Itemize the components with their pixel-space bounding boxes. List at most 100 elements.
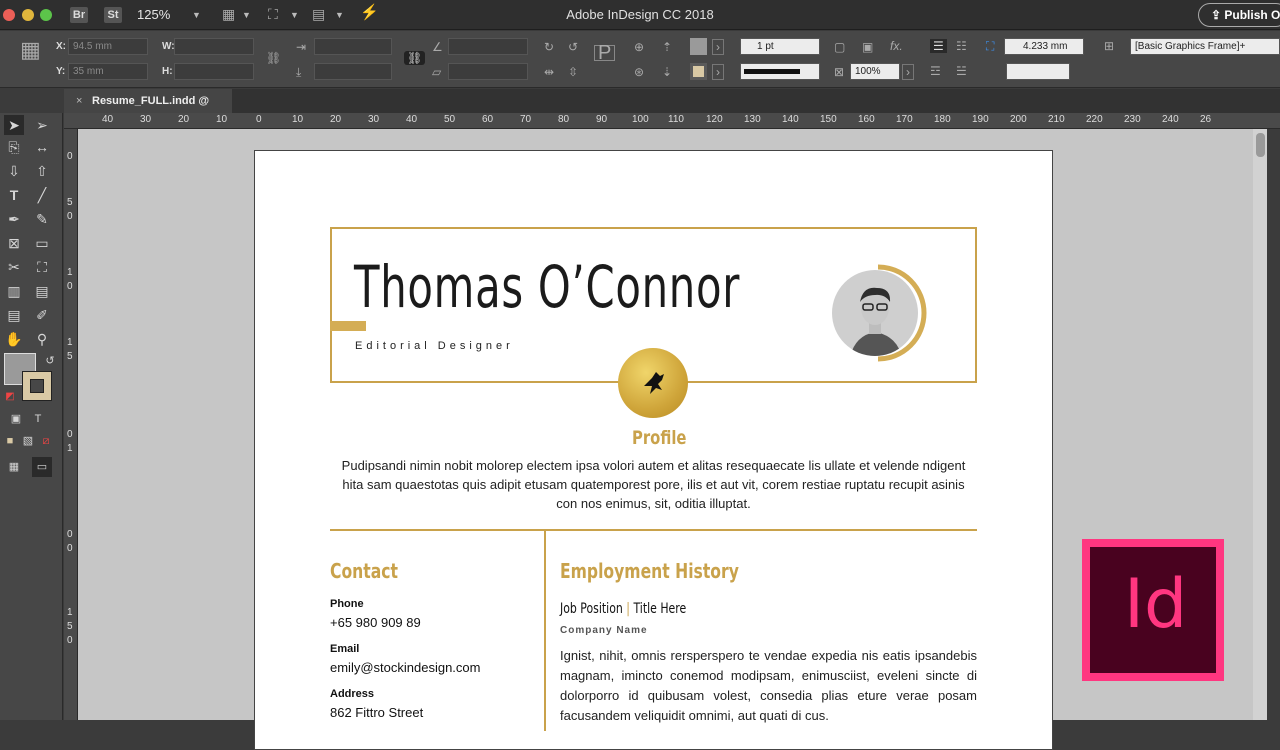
chevron-right-icon[interactable]: ›	[712, 64, 724, 80]
content-placer-icon[interactable]: ⇧	[32, 161, 52, 181]
direct-selection-tool-icon[interactable]: ➢	[32, 115, 52, 135]
type-tool-icon[interactable]: T	[4, 185, 24, 205]
scrollbar-thumb[interactable]	[1256, 133, 1265, 157]
corner-options-icon[interactable]: ⛶	[986, 39, 994, 53]
job-title-line[interactable]: Job Position | Title Here	[560, 601, 686, 617]
horizontal-ruler[interactable]: 40 30 20 10 0 10 20 30 40 50 60 70 80 90…	[64, 113, 1280, 129]
phone-label[interactable]: Phone	[330, 598, 364, 610]
select-previous-icon[interactable]: ⇡	[662, 40, 672, 54]
vertical-scrollbar[interactable]	[1253, 129, 1267, 720]
page-tool-icon[interactable]: ⎘	[4, 137, 24, 157]
employment-heading[interactable]: Employment History	[560, 559, 739, 583]
rectangle-tool-icon[interactable]: ▭	[32, 233, 52, 253]
x-position-field[interactable]: 94.5 mm	[68, 38, 148, 55]
auto-fit-icon[interactable]: ☲	[930, 64, 941, 78]
selection-tool-icon[interactable]: ➤	[4, 115, 24, 135]
zoom-tool-icon[interactable]: ⚲	[32, 329, 52, 349]
format-container-icon[interactable]: ▣	[6, 409, 26, 429]
select-next-icon[interactable]: ⇣	[662, 65, 672, 79]
profile-heading[interactable]: Profile	[632, 427, 686, 449]
content-collector-icon[interactable]: ⇩	[4, 161, 24, 181]
address-value[interactable]: 862 Fittro Street	[330, 705, 423, 720]
pencil-tool-icon[interactable]: ✎	[32, 209, 52, 229]
reference-point-icon[interactable]: ▦	[20, 39, 41, 61]
stroke-weight-field[interactable]: 1 pt	[740, 38, 820, 55]
swap-fill-stroke-icon[interactable]: ↺	[40, 351, 60, 371]
chevron-right-icon[interactable]: ›	[902, 64, 914, 80]
publish-online-button[interactable]: ⇪ Publish O	[1198, 3, 1280, 27]
select-content-icon[interactable]: ⊛	[634, 65, 644, 79]
resume-name[interactable]: Thomas O’Connor	[354, 253, 740, 321]
bird-badge[interactable]	[618, 348, 688, 418]
publish-label: Publish O	[1224, 8, 1280, 22]
corner-shape-select[interactable]	[1006, 63, 1070, 80]
fit-frame-icon[interactable]: ☱	[956, 64, 967, 78]
ruler-tick: 240	[1162, 114, 1179, 125]
tab-resume-full[interactable]: × Resume_FULL.indd @ 125%	[64, 89, 232, 131]
section-divider	[330, 529, 977, 531]
link-icon[interactable]: ⛓	[404, 51, 426, 65]
chevron-right-icon[interactable]: ›	[712, 39, 724, 55]
fill-swatch[interactable]	[690, 38, 707, 55]
resume-role[interactable]: Editorial Designer	[355, 340, 514, 352]
ruler-tick: 0	[67, 529, 73, 540]
gap-tool-icon[interactable]: ↔	[32, 137, 52, 157]
constrain-proportions-icon[interactable]: ⛓	[266, 51, 281, 65]
stroke-color-swatch[interactable]	[22, 371, 52, 401]
corner-size-field[interactable]: 4.233 mm	[1004, 38, 1084, 55]
normal-view-icon[interactable]: ▦	[4, 457, 24, 477]
object-style-select[interactable]: [Basic Graphics Frame]+	[1130, 38, 1280, 55]
align-left-icon[interactable]: ☰	[930, 39, 947, 53]
email-value[interactable]: emily@stockindesign.com	[330, 660, 480, 675]
align-center-icon[interactable]: ☷	[956, 39, 967, 53]
scale-y-field[interactable]	[314, 63, 392, 80]
email-label[interactable]: Email	[330, 643, 359, 655]
effects-button[interactable]: fx.	[890, 39, 903, 53]
phone-value[interactable]: +65 980 909 89	[330, 615, 421, 630]
paragraph-direction-icon[interactable]: P	[594, 43, 616, 63]
scissors-tool-icon[interactable]: ✂	[4, 257, 24, 277]
flip-vertical-icon[interactable]: ⇳	[568, 65, 578, 79]
pen-tool-icon[interactable]: ✒	[4, 209, 24, 229]
gradient-swatch-tool-icon[interactable]: ▥	[4, 281, 24, 301]
hand-tool-icon[interactable]: ✋	[4, 329, 24, 349]
text-wrap-icon[interactable]: ▢	[834, 40, 845, 54]
stroke-swatch[interactable]	[690, 63, 707, 80]
rotate-ccw-icon[interactable]: ↺	[568, 40, 578, 54]
note-tool-icon[interactable]: ▤	[4, 305, 24, 325]
width-field[interactable]	[174, 38, 254, 55]
rotate-cw-icon[interactable]: ↻	[544, 40, 554, 54]
rectangle-frame-tool-icon[interactable]: ⊠	[4, 233, 24, 253]
select-container-icon[interactable]: ⊕	[634, 40, 644, 54]
format-text-icon[interactable]: T	[28, 409, 48, 429]
profile-text[interactable]: Pudipsandi nimin nobit molorep electem i…	[340, 456, 967, 513]
eyedropper-tool-icon[interactable]: ✐	[32, 305, 52, 325]
flip-horizontal-icon[interactable]: ⇹	[544, 65, 554, 79]
apply-gradient-icon[interactable]: ▧	[18, 431, 38, 451]
stroke-type-select[interactable]	[740, 63, 820, 80]
apply-color-icon[interactable]: ■	[0, 431, 20, 451]
screen-mode-icon[interactable]: ▭	[32, 457, 52, 477]
opacity-field[interactable]: 100%	[850, 63, 900, 80]
free-transform-tool-icon[interactable]: ⛶	[32, 257, 52, 277]
avatar[interactable]	[829, 264, 927, 362]
ruler-tick: 40	[102, 114, 114, 125]
contact-heading[interactable]: Contact	[330, 559, 398, 583]
rotation-field[interactable]	[448, 38, 528, 55]
default-fill-stroke-icon[interactable]: ◩	[0, 387, 20, 407]
shear-field[interactable]	[448, 63, 528, 80]
gradient-feather-tool-icon[interactable]: ▤	[32, 281, 52, 301]
y-position-field[interactable]: 35 mm	[68, 63, 148, 80]
drop-shadow-icon[interactable]: ▣	[862, 40, 873, 54]
scale-x-field[interactable]	[314, 38, 392, 55]
close-tab-icon[interactable]: ×	[76, 89, 82, 113]
company-name[interactable]: Company Name	[560, 625, 648, 636]
line-tool-icon[interactable]: ╱	[32, 185, 52, 205]
apply-none-icon[interactable]: ⧄	[36, 431, 56, 451]
address-label[interactable]: Address	[330, 688, 374, 700]
share-icon: ⇪	[1211, 8, 1225, 22]
height-field[interactable]	[174, 63, 254, 80]
ruler-tick: 30	[140, 114, 152, 125]
employment-text[interactable]: Ignist, nihit, omnis rersperspero te ven…	[560, 646, 977, 726]
vertical-ruler[interactable]: 0 5 0 1 0 1 5 0 1 0 0 1 5 0	[64, 129, 78, 720]
